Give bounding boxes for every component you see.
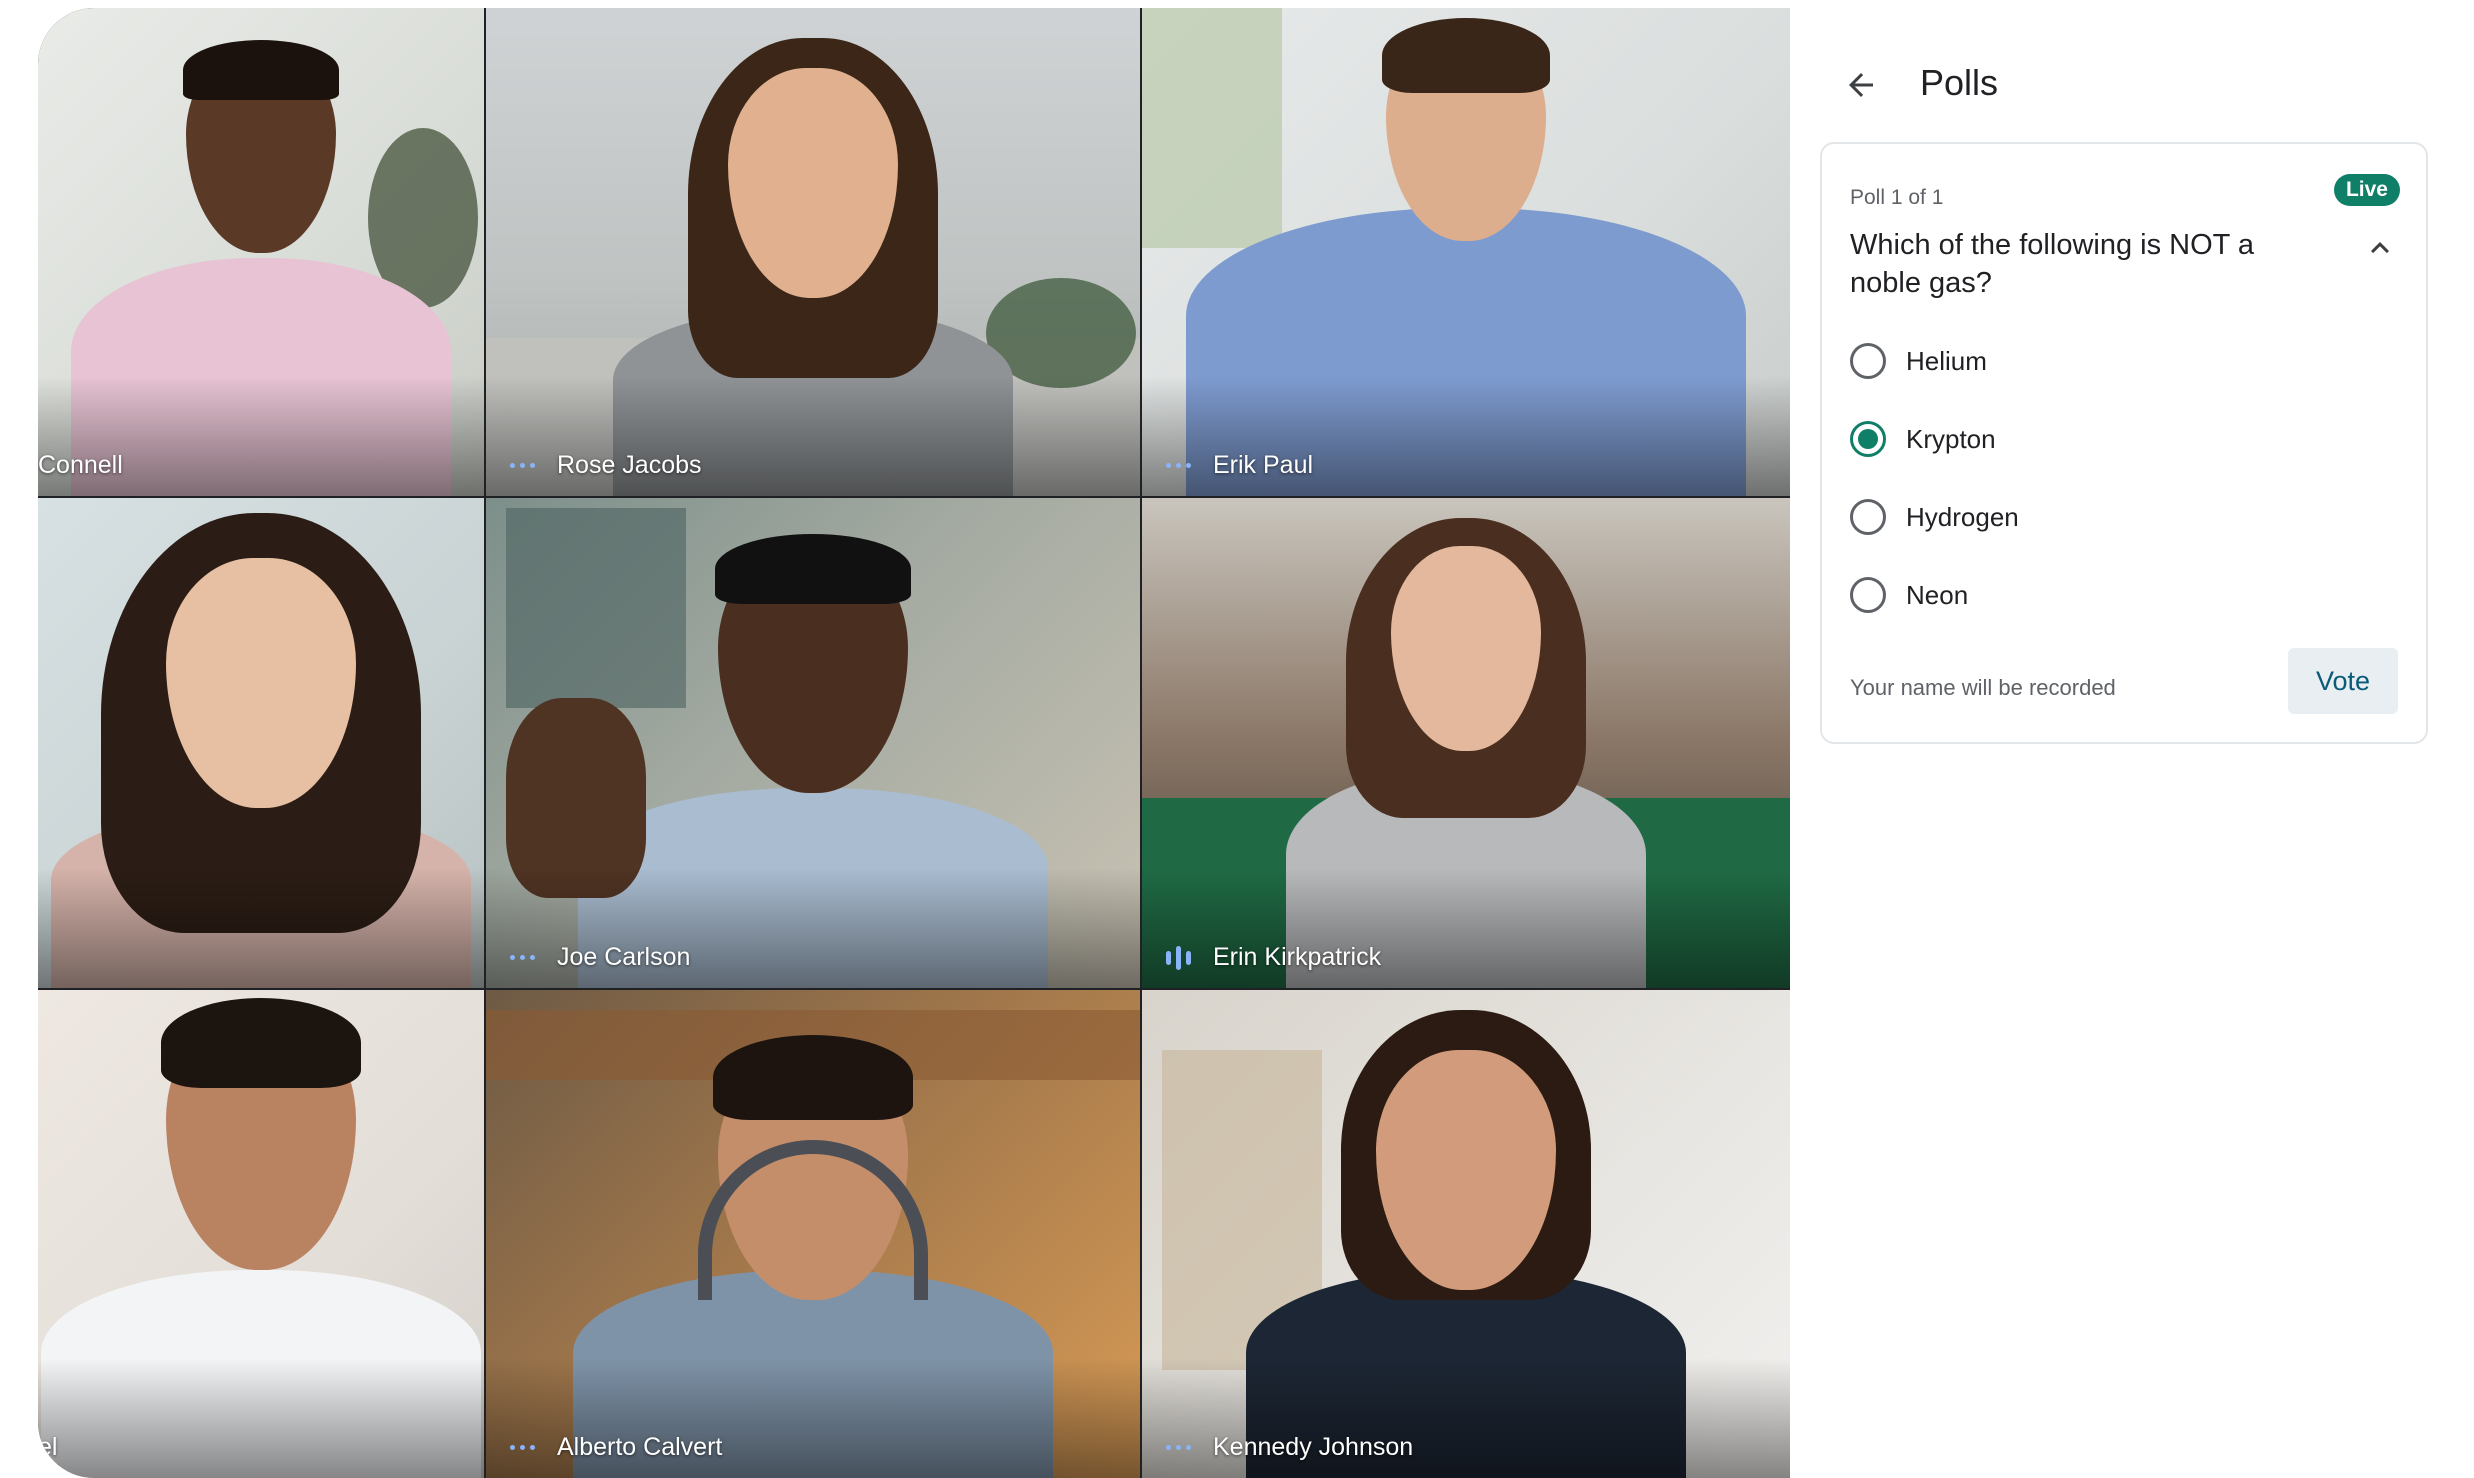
participant-tile[interactable]: Kennedy Johnson	[1142, 990, 1790, 1478]
participant-tile[interactable]: Rose Jacobs	[486, 8, 1140, 496]
poll-options: Helium Krypton Hydrogen Neon	[1850, 322, 2019, 634]
live-badge: Live	[2333, 174, 2400, 206]
participant-name-tag: Erin Kirkpatrick	[1166, 943, 1381, 972]
panel-title: Polls	[1920, 62, 1999, 103]
participant-name: Connell	[38, 451, 123, 479]
participant-name: Kennedy Johnson	[1213, 1433, 1414, 1461]
more-dots-icon	[510, 1445, 535, 1450]
more-dots-icon	[1166, 463, 1191, 468]
participant-name: Erin Kirkpatrick	[1213, 943, 1382, 971]
panel-header: Polls	[1790, 8, 2458, 158]
participant-tile[interactable]: Connell	[38, 8, 484, 496]
poll-option[interactable]: Helium	[1850, 322, 2019, 400]
participant-tile[interactable]	[38, 498, 484, 988]
option-label: Neon	[1906, 579, 1969, 610]
radio-button[interactable]	[1850, 499, 1886, 535]
recorded-note: Your name will be recorded	[1850, 675, 2116, 700]
participant-tile[interactable]: Alberto Calvert	[486, 990, 1140, 1478]
more-dots-icon	[510, 955, 535, 960]
chevron-up-icon	[2371, 242, 2389, 254]
more-dots-icon	[1166, 1445, 1191, 1450]
participant-name-tag: Kennedy Johnson	[1166, 1433, 1413, 1462]
poll-option[interactable]: Neon	[1850, 556, 2019, 634]
poll-option[interactable]: Krypton	[1850, 400, 2019, 478]
collapse-button[interactable]	[2360, 228, 2400, 268]
option-label: Hydrogen	[1906, 501, 2019, 532]
participant-name: Erik Paul	[1213, 451, 1314, 479]
radio-button-selected[interactable]	[1850, 421, 1886, 457]
participant-name-tag: Alberto Calvert	[510, 1433, 722, 1462]
participant-name-tag: Erik Paul	[1166, 451, 1313, 480]
participant-tile[interactable]: Erik Paul	[1142, 8, 1790, 496]
participant-name: Rose Jacobs	[557, 451, 702, 479]
poll-count: Poll 1 of 1	[1850, 186, 1944, 209]
speaking-bars-icon	[1166, 945, 1191, 970]
participant-name: Joe Carlson	[557, 943, 691, 971]
participant-name: el	[38, 1433, 58, 1461]
meeting-window: Connell Rose Jacobs Erik Paul Joe Carlso…	[38, 8, 2458, 1478]
arrow-left-icon	[1849, 73, 1873, 97]
video-grid: Connell Rose Jacobs Erik Paul Joe Carlso…	[38, 8, 1790, 1478]
participant-tile[interactable]: Erin Kirkpatrick	[1142, 498, 1790, 988]
option-label: Krypton	[1906, 423, 1996, 454]
participant-name-tag: Joe Carlson	[510, 943, 690, 972]
participant-tile[interactable]: Joe Carlson	[486, 498, 1140, 988]
back-button[interactable]	[1834, 58, 1888, 112]
poll-option[interactable]: Hydrogen	[1850, 478, 2019, 556]
polls-panel: Polls Poll 1 of 1 Live Which of the foll…	[1790, 8, 2458, 1478]
participant-name-tag: Connell	[38, 451, 123, 480]
participant-tile[interactable]: el	[38, 990, 484, 1478]
radio-button[interactable]	[1850, 343, 1886, 379]
poll-card: Poll 1 of 1 Live Which of the following …	[1820, 142, 2428, 744]
poll-question: Which of the following is NOT a noble ga…	[1850, 229, 2255, 299]
participant-name-tag: el	[38, 1433, 57, 1462]
vote-button[interactable]: Vote	[2288, 648, 2398, 714]
participant-name: Alberto Calvert	[557, 1433, 723, 1461]
participant-name-tag: Rose Jacobs	[510, 451, 702, 480]
radio-button[interactable]	[1850, 577, 1886, 613]
more-dots-icon	[510, 463, 535, 468]
option-label: Helium	[1906, 345, 1987, 376]
